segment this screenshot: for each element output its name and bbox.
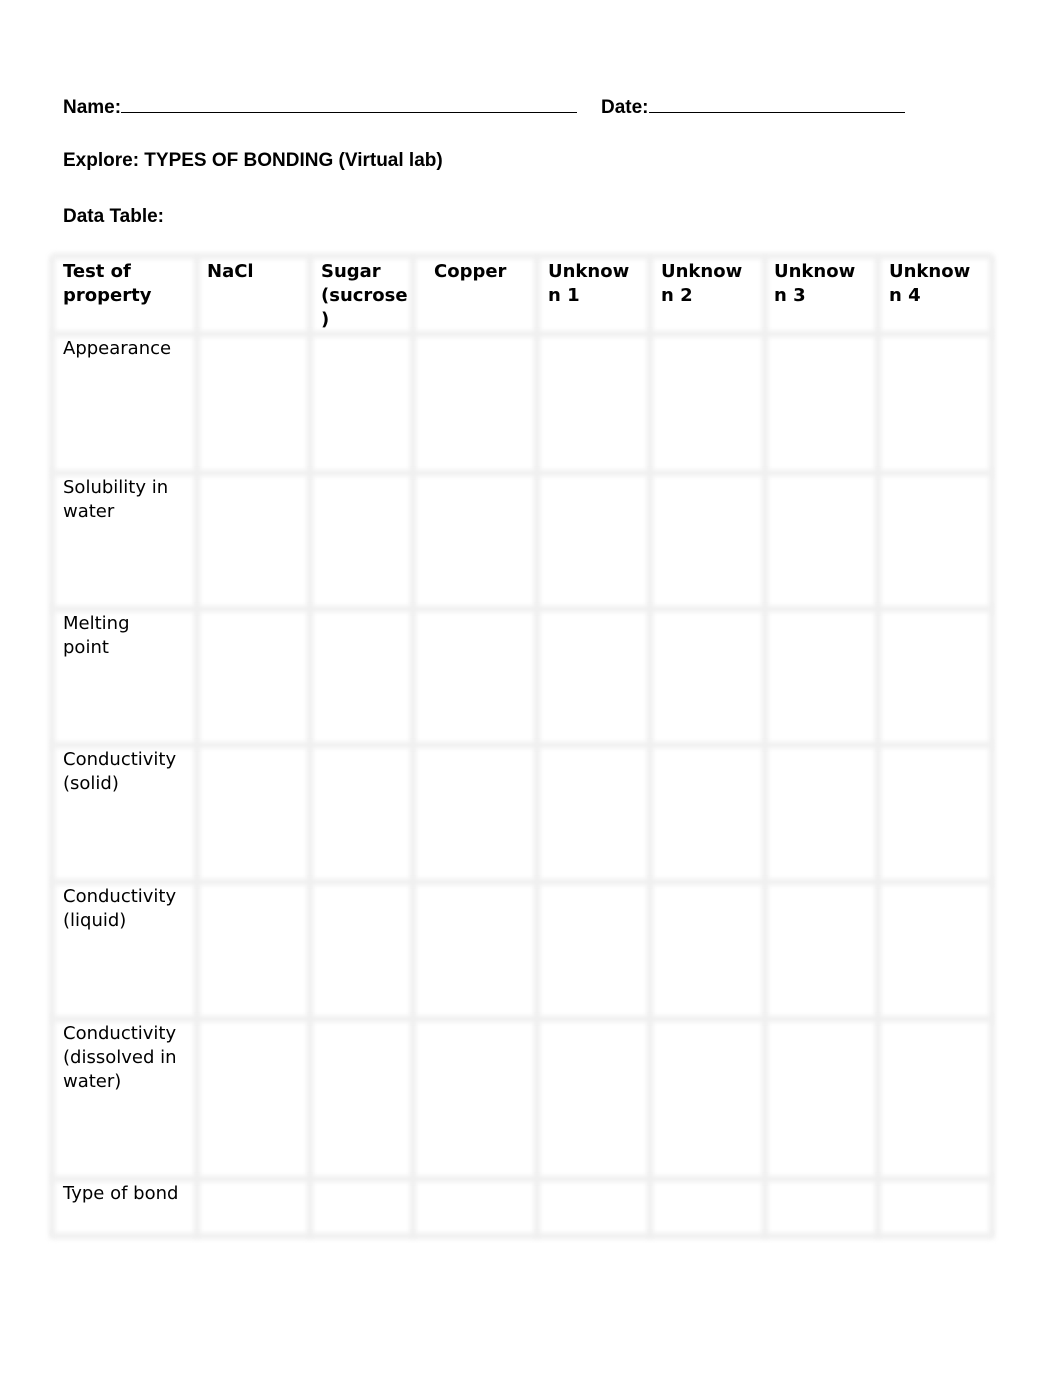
table-horizontal-gridline — [52, 742, 992, 748]
table-cell[interactable] — [769, 749, 874, 878]
table-cell[interactable] — [201, 749, 306, 878]
table-cell[interactable] — [417, 1023, 533, 1175]
table-cell[interactable] — [417, 338, 533, 469]
table-cell[interactable] — [541, 886, 646, 1015]
table-horizontal-gridline — [52, 606, 992, 612]
column-header: Unknow n 2 — [661, 261, 743, 306]
table-cell[interactable] — [769, 338, 874, 469]
column-header: Unknow n 3 — [774, 261, 856, 306]
column-header: Test of property — [63, 261, 152, 306]
table-cell[interactable] — [769, 1183, 874, 1232]
table-horizontal-gridline — [52, 331, 992, 337]
table-cell[interactable] — [314, 1023, 409, 1175]
row-label: Type of bond — [63, 1183, 179, 1204]
table-horizontal-gridline — [52, 470, 992, 476]
row-label: Solubility in water — [63, 477, 169, 522]
table-cell[interactable] — [654, 1023, 761, 1175]
column-header: Sugar (sucrose ) — [321, 261, 408, 330]
table-cell[interactable] — [541, 1183, 646, 1232]
table-cell[interactable] — [314, 886, 409, 1015]
table-cell[interactable] — [541, 338, 646, 469]
column-header: Unknow n 4 — [889, 261, 971, 306]
row-label: Conductivity (solid) — [63, 749, 177, 794]
name-input-line[interactable] — [121, 94, 578, 113]
table-cell[interactable] — [417, 886, 533, 1015]
date-label: Date: — [601, 97, 649, 118]
table-cell[interactable] — [314, 613, 409, 741]
table-cell[interactable] — [314, 1183, 409, 1232]
date-input-line[interactable] — [648, 94, 905, 113]
column-header: Copper — [434, 261, 507, 282]
table-cell[interactable] — [654, 613, 761, 741]
table-cell[interactable] — [769, 477, 874, 605]
table-cell[interactable] — [314, 477, 409, 605]
table-cell[interactable] — [201, 1023, 306, 1175]
table-cell[interactable] — [882, 1183, 988, 1232]
table-cell[interactable] — [882, 749, 988, 878]
table-cell[interactable] — [417, 477, 533, 605]
row-label: Appearance — [63, 338, 172, 359]
column-header: NaCl — [207, 261, 254, 282]
table-cell[interactable] — [201, 1183, 306, 1232]
name-label: Name: — [63, 97, 122, 118]
table-cell[interactable] — [541, 613, 646, 741]
table-horizontal-gridline — [52, 879, 992, 885]
table-horizontal-gridline — [52, 1176, 992, 1182]
table-cell[interactable] — [654, 749, 761, 878]
table-cell[interactable] — [882, 1023, 988, 1175]
table-cell[interactable] — [541, 1023, 646, 1175]
table-cell[interactable] — [314, 338, 409, 469]
name-field: Name: — [63, 94, 578, 119]
table-cell[interactable] — [654, 338, 761, 469]
row-label: Conductivity (liquid) — [63, 886, 177, 931]
table-cell[interactable] — [882, 338, 988, 469]
table-cell[interactable] — [769, 1023, 874, 1175]
table-cell[interactable] — [201, 613, 306, 741]
table-cell[interactable] — [314, 749, 409, 878]
table-cell[interactable] — [654, 477, 761, 605]
table-cell[interactable] — [417, 749, 533, 878]
table-cell[interactable] — [541, 477, 646, 605]
table-cell[interactable] — [654, 1183, 761, 1232]
table-cell[interactable] — [882, 477, 988, 605]
data-table: Test of property NaCl Sugar (sucrose ) Copp… — [49, 253, 995, 1239]
table-cell[interactable] — [417, 613, 533, 741]
table-cell[interactable] — [882, 613, 988, 741]
table-cell[interactable] — [769, 613, 874, 741]
column-header: Unknow n 1 — [548, 261, 630, 306]
table-horizontal-gridline — [52, 1233, 992, 1239]
row-label: Conductivity (dissolved in water) — [63, 1023, 177, 1092]
table-cell[interactable] — [201, 886, 306, 1015]
page-title: Explore: TYPES OF BONDING (Virtual lab) — [63, 150, 443, 171]
table-cell[interactable] — [201, 338, 306, 469]
date-field: Date: — [601, 94, 905, 119]
data-table-label: Data Table: — [63, 206, 165, 227]
table-cell[interactable] — [201, 477, 306, 605]
row-label: Melting point — [63, 613, 130, 658]
table-cell[interactable] — [541, 749, 646, 878]
table-horizontal-gridline — [52, 1016, 992, 1022]
table-cell[interactable] — [654, 886, 761, 1015]
table-cell[interactable] — [417, 1183, 533, 1232]
table-horizontal-gridline — [52, 253, 992, 259]
table-cell[interactable] — [882, 886, 988, 1015]
table-cell[interactable] — [769, 886, 874, 1015]
